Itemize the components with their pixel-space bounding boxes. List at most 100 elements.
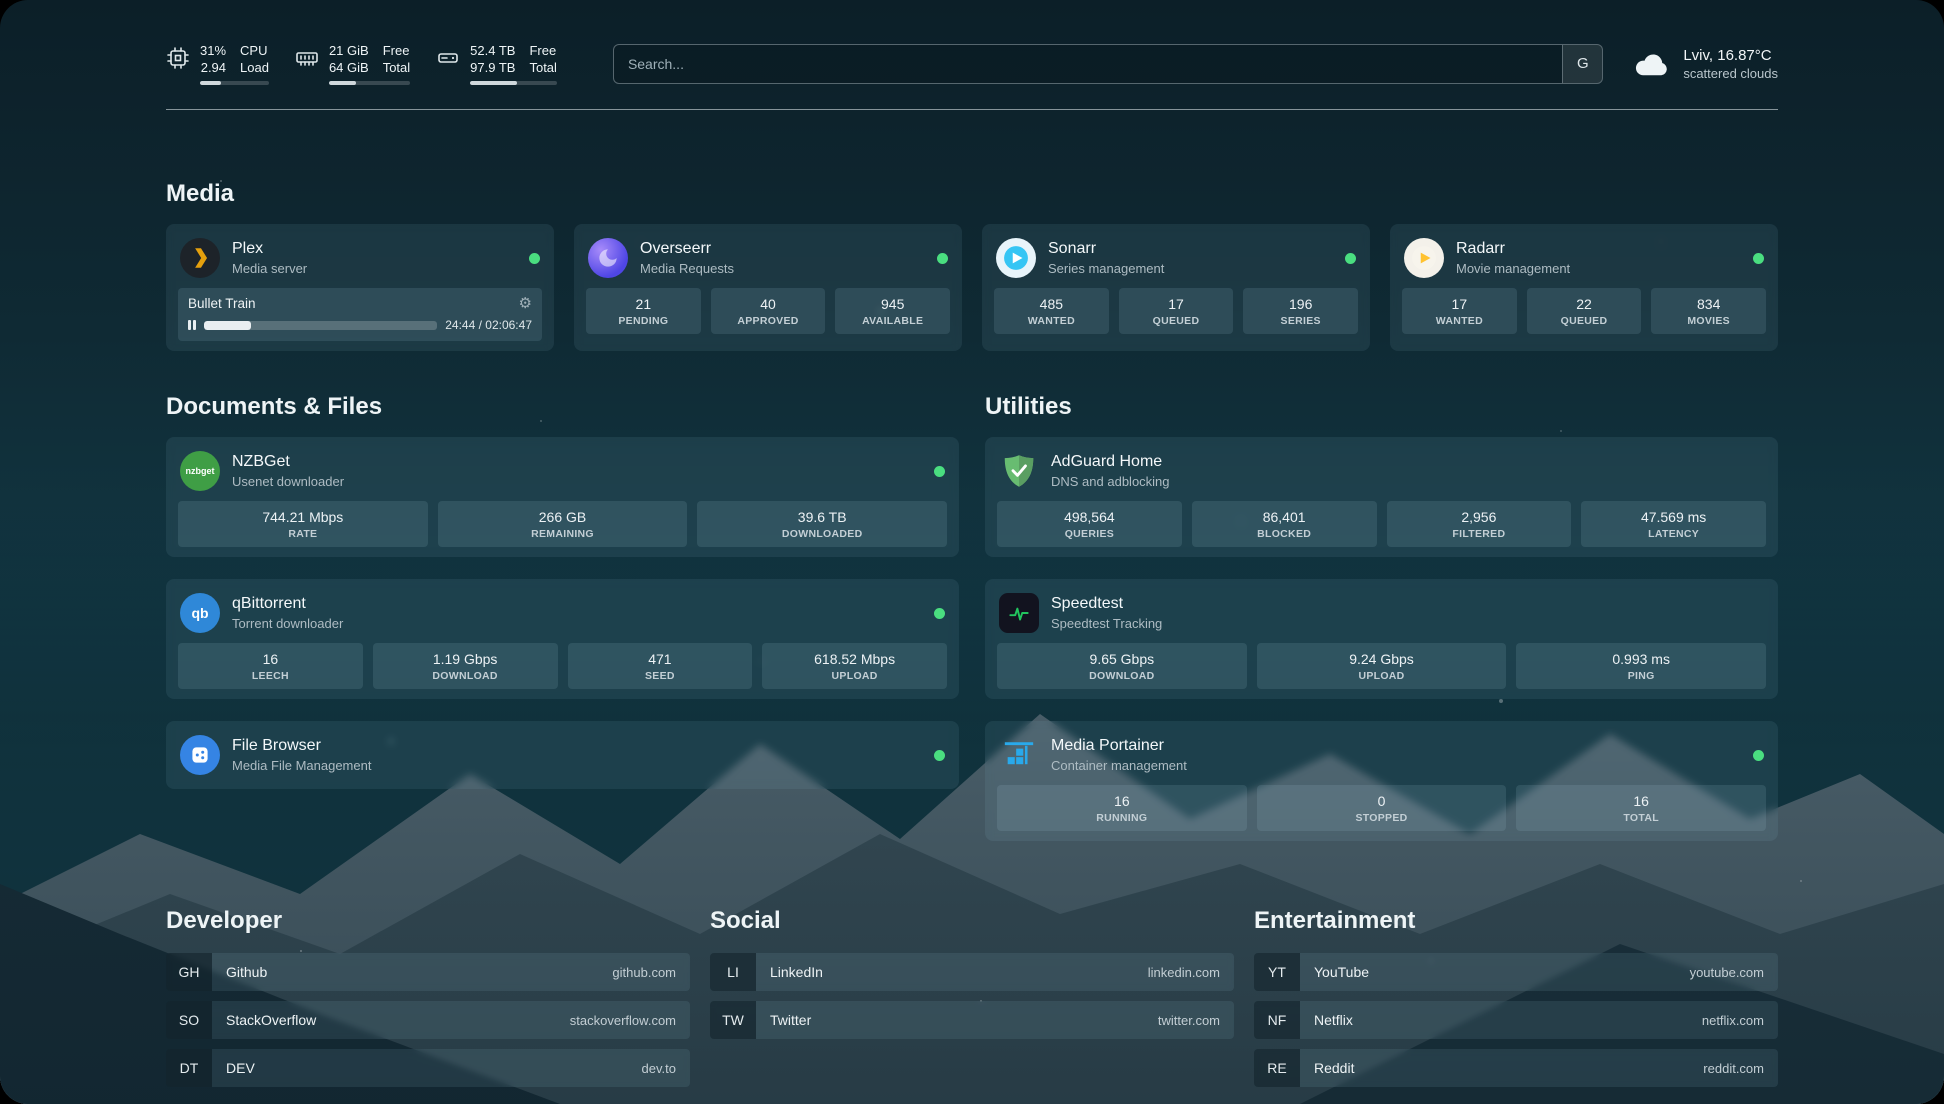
bookmark-abbr: SO <box>166 1001 212 1039</box>
now-playing-title: Bullet Train <box>188 296 256 311</box>
bookmark-netflix[interactable]: NF Netflix netflix.com <box>1254 1001 1778 1039</box>
section-title-social: Social <box>710 907 1234 935</box>
bookmark-stackoverflow[interactable]: SO StackOverflow stackoverflow.com <box>166 1001 690 1039</box>
section-title-developer: Developer <box>166 907 690 935</box>
bookmark-youtube[interactable]: YT YouTube youtube.com <box>1254 953 1778 991</box>
cloud-icon <box>1633 49 1671 79</box>
playback-progress-bar[interactable] <box>204 321 437 330</box>
pause-icon[interactable] <box>188 320 196 330</box>
bookmark-url: netflix.com <box>1702 1013 1764 1028</box>
stat-queries: 498,564 QUERIES <box>997 501 1182 547</box>
service-card-overseerr[interactable]: Overseerr Media Requests 21 PENDING 40 A… <box>574 224 962 351</box>
service-desc: Media File Management <box>232 757 371 774</box>
memory-free-label: Free <box>383 42 410 59</box>
weather-location: Lviv, 16.87°C <box>1683 46 1778 65</box>
utilities-column: Utilities AdGuard Home <box>985 393 1778 841</box>
speedtest-icon <box>999 593 1039 633</box>
stat-movies: 834 MOVIES <box>1651 288 1766 334</box>
service-card-nzbget[interactable]: nzbget NZBGet Usenet downloader 744.21 M… <box>166 437 959 557</box>
bookmarks-developer: Developer GH Github github.com SO StackO… <box>166 907 690 1097</box>
service-desc: Series management <box>1048 260 1164 277</box>
status-dot <box>934 750 945 761</box>
bookmark-url: twitter.com <box>1158 1013 1220 1028</box>
bookmark-name: YouTube <box>1314 964 1369 980</box>
bookmark-abbr: NF <box>1254 1001 1300 1039</box>
bookmark-url: stackoverflow.com <box>570 1013 676 1028</box>
stat-latency: 47.569 ms LATENCY <box>1581 501 1766 547</box>
overseerr-icon <box>588 238 628 278</box>
bookmark-abbr: TW <box>710 1001 756 1039</box>
stat-seed: 471 SEED <box>568 643 753 689</box>
section-title-media: Media <box>166 180 1778 208</box>
service-name: Speedtest <box>1051 594 1162 614</box>
search-input[interactable] <box>614 45 1562 83</box>
service-desc: Speedtest Tracking <box>1051 615 1162 632</box>
bookmarks-social: Social LI LinkedIn linkedin.com TW Twitt… <box>710 907 1234 1097</box>
filebrowser-icon <box>180 735 220 775</box>
weather-condition: scattered clouds <box>1683 65 1778 82</box>
bookmark-linkedin[interactable]: LI LinkedIn linkedin.com <box>710 953 1234 991</box>
stat-stopped: 0 STOPPED <box>1257 785 1507 831</box>
memory-usage-bar <box>329 81 410 85</box>
stat-available: 945 AVAILABLE <box>835 288 950 334</box>
cpu-load-label: Load <box>240 59 269 76</box>
bookmark-name: Github <box>226 964 267 980</box>
stat-remaining: 266 GB REMAINING <box>438 501 688 547</box>
disk-total-label: Total <box>529 59 556 76</box>
bookmark-url: reddit.com <box>1703 1061 1764 1076</box>
bookmark-reddit[interactable]: RE Reddit reddit.com <box>1254 1049 1778 1087</box>
bookmark-name: Twitter <box>770 1012 811 1028</box>
portainer-icon <box>999 735 1039 775</box>
snow-specks <box>0 0 2 2</box>
radarr-icon <box>1404 238 1444 278</box>
bookmarks-entertainment: Entertainment YT YouTube youtube.com NF … <box>1254 907 1778 1097</box>
bookmark-name: Netflix <box>1314 1012 1353 1028</box>
stat-approved: 40 APPROVED <box>711 288 826 334</box>
stat-pending: 21 PENDING <box>586 288 701 334</box>
disk-total-value: 97.9 TB <box>470 59 515 76</box>
disk-free-value: 52.4 TB <box>470 42 515 59</box>
bookmark-abbr: YT <box>1254 953 1300 991</box>
stat-queued: 17 QUEUED <box>1119 288 1234 334</box>
sonarr-icon <box>996 238 1036 278</box>
service-desc: Torrent downloader <box>232 615 343 632</box>
service-card-portainer[interactable]: Media Portainer Container management 16 … <box>985 721 1778 841</box>
search-provider-button[interactable]: G <box>1562 45 1602 83</box>
stat-wanted: 17 WANTED <box>1402 288 1517 334</box>
top-bar: 31% 2.94 CPU Load <box>166 0 1778 85</box>
stat-download: 1.19 Gbps DOWNLOAD <box>373 643 558 689</box>
playback-time: 24:44 / 02:06:47 <box>445 318 532 332</box>
service-card-plex[interactable]: Plex Media server Bullet Train ⚙ <box>166 224 554 351</box>
service-card-radarr[interactable]: Radarr Movie management 17 WANTED 22 QUE… <box>1390 224 1778 351</box>
memory-total-value: 64 GiB <box>329 59 369 76</box>
stat-blocked: 86,401 BLOCKED <box>1192 501 1377 547</box>
memory-icon <box>295 46 319 70</box>
bookmark-url: dev.to <box>642 1061 676 1076</box>
bookmark-name: Reddit <box>1314 1060 1354 1076</box>
section-title-entertainment: Entertainment <box>1254 907 1778 935</box>
service-desc: DNS and adblocking <box>1051 473 1170 490</box>
service-card-filebrowser[interactable]: File Browser Media File Management <box>166 721 959 789</box>
service-name: AdGuard Home <box>1051 452 1170 472</box>
stat-upload: 9.24 Gbps UPLOAD <box>1257 643 1507 689</box>
service-card-speedtest[interactable]: Speedtest Speedtest Tracking 9.65 Gbps D… <box>985 579 1778 699</box>
service-card-qbittorrent[interactable]: qb qBittorrent Torrent downloader 16 LEE… <box>166 579 959 699</box>
cpu-icon <box>166 46 190 70</box>
service-desc: Movie management <box>1456 260 1570 277</box>
bookmark-github[interactable]: GH Github github.com <box>166 953 690 991</box>
service-desc: Usenet downloader <box>232 473 344 490</box>
status-dot <box>1345 253 1356 264</box>
service-name: Radarr <box>1456 239 1570 259</box>
bookmark-name: StackOverflow <box>226 1012 316 1028</box>
stat-filtered: 2,956 FILTERED <box>1387 501 1572 547</box>
bookmark-dev[interactable]: DT DEV dev.to <box>166 1049 690 1087</box>
status-dot <box>934 466 945 477</box>
bookmark-twitter[interactable]: TW Twitter twitter.com <box>710 1001 1234 1039</box>
header-divider <box>166 109 1778 110</box>
status-dot <box>1753 253 1764 264</box>
service-card-sonarr[interactable]: Sonarr Series management 485 WANTED 17 Q… <box>982 224 1370 351</box>
gear-icon[interactable]: ⚙ <box>519 296 532 311</box>
stat-total: 16 TOTAL <box>1516 785 1766 831</box>
service-card-adguard[interactable]: AdGuard Home DNS and adblocking 498,564 … <box>985 437 1778 557</box>
disk-widget: 52.4 TB 97.9 TB Free Total <box>436 42 557 85</box>
